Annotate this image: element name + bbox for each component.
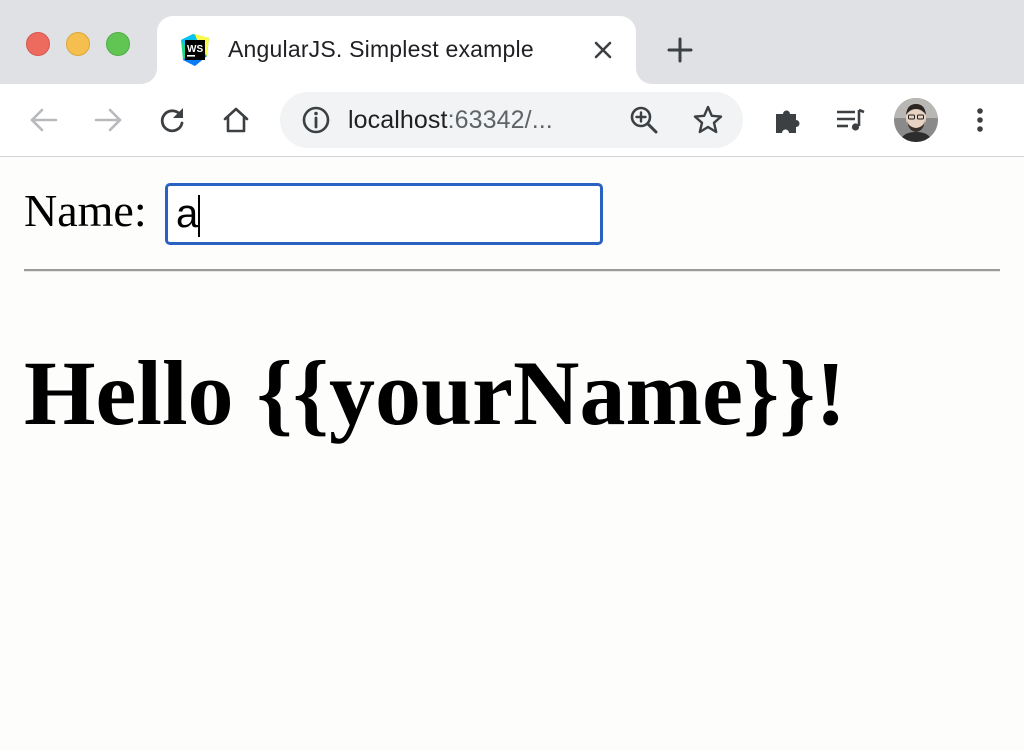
tab-close-icon[interactable]: [589, 36, 617, 64]
webstorm-icon: WS: [181, 34, 209, 66]
tab-strip: WS AngularJS. Simplest example: [0, 0, 1024, 84]
new-tab-icon[interactable]: [664, 34, 696, 66]
divider: [24, 269, 1000, 272]
tab-title: AngularJS. Simplest example: [228, 36, 534, 62]
page-content: Name: Hello {{yourName}}!: [0, 157, 1024, 750]
greeting-heading: Hello {{yourName}}!: [24, 342, 847, 444]
browser-window: WS AngularJS. Simplest example localhost…: [0, 0, 1024, 750]
tab-active[interactable]: WS AngularJS. Simplest example: [157, 16, 636, 84]
extensions-icon[interactable]: [772, 104, 804, 136]
forward-icon[interactable]: [92, 104, 124, 136]
home-icon[interactable]: [220, 104, 252, 136]
browser-toolbar: localhost:63342/...: [0, 84, 1024, 157]
window-close-button[interactable]: [26, 32, 50, 56]
url-text[interactable]: localhost:63342/...: [348, 106, 553, 135]
name-input[interactable]: [165, 183, 603, 245]
media-queue-icon[interactable]: [834, 104, 866, 136]
url-host: localhost: [348, 106, 448, 134]
text-caret: [198, 195, 200, 237]
profile-photo: [894, 98, 938, 142]
window-minimize-button[interactable]: [66, 32, 90, 56]
reload-icon[interactable]: [156, 104, 188, 136]
address-bar[interactable]: localhost:63342/...: [280, 92, 743, 148]
avatar[interactable]: [894, 98, 938, 142]
name-label: Name:: [24, 185, 147, 236]
svg-text:WS: WS: [187, 44, 203, 55]
site-info-icon[interactable]: [300, 104, 332, 136]
bookmark-star-icon[interactable]: [692, 104, 724, 136]
back-icon[interactable]: [28, 104, 60, 136]
window-maximize-button[interactable]: [106, 32, 130, 56]
menu-icon[interactable]: [964, 104, 996, 136]
zoom-icon[interactable]: [628, 104, 660, 136]
url-path: :63342/...: [447, 106, 553, 134]
